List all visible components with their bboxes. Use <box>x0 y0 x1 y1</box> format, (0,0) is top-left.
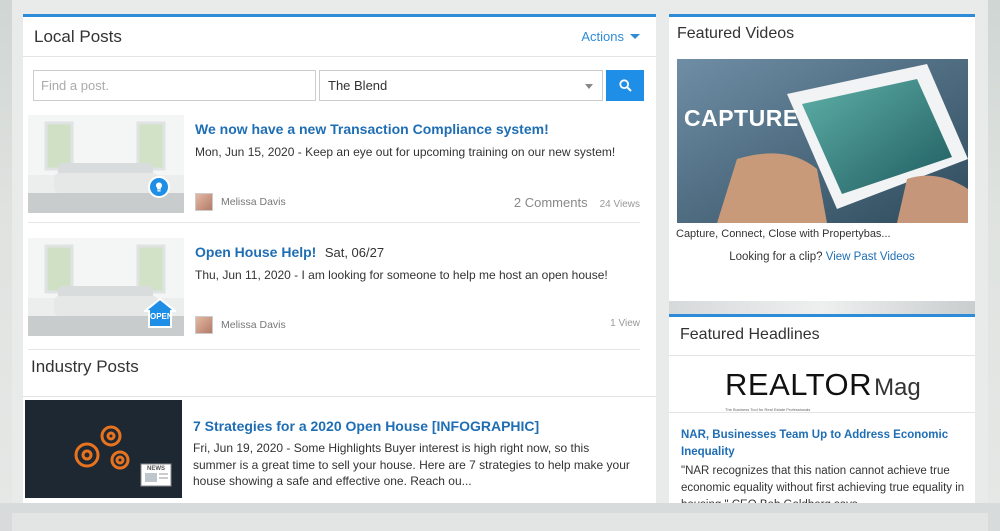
post-excerpt: Mon, Jun 15, 2020 - Keep an eye out for … <box>195 145 616 159</box>
industry-post-title-link[interactable]: 7 Strategies for a 2020 Open House [INFO… <box>193 418 539 434</box>
local-posts-header: Local Posts Actions <box>23 17 656 57</box>
video-caption[interactable]: Capture, Connect, Close with Propertybas… <box>676 228 891 240</box>
select-arrow-icon <box>585 84 593 89</box>
search-icon <box>618 79 632 92</box>
industry-posts-title: Industry Posts <box>23 351 656 397</box>
local-post-item[interactable]: We now have a new Transaction Compliance… <box>28 111 640 223</box>
post-stats: 2 Comments 24 Views <box>514 195 640 210</box>
clip-prompt: Looking for a clip? <box>729 251 823 263</box>
realtor-mag-logo: REALTOR Mag The Business Tool for Real E… <box>725 367 921 412</box>
industry-post-excerpt: Fri, Jun 19, 2020 - Some Highlights Buye… <box>193 441 630 488</box>
video-clip-line: Looking for a clip? View Past Videos <box>669 251 975 263</box>
event-date: Sat, 06/27 <box>324 245 385 260</box>
view-past-videos-link[interactable]: View Past Videos <box>826 251 915 263</box>
post-excerpt: Thu, Jun 11, 2020 - I am looking for som… <box>195 268 608 282</box>
post-search-input[interactable] <box>33 70 316 101</box>
local-post-item[interactable]: OPEN Open House Help! Sat, 06/27 Thu, Ju… <box>28 234 640 350</box>
headline-link[interactable]: NAR, Businesses Team Up to Address Econo… <box>681 427 966 461</box>
divider <box>669 412 975 413</box>
post-body: We now have a new Transaction Compliance… <box>195 121 635 160</box>
author-name: Melissa Davis <box>221 319 286 331</box>
post-title-link[interactable]: Open House Help! <box>195 244 316 260</box>
video-overlay-text: CAPTURE <box>684 105 799 131</box>
news-badge: NEWS <box>147 466 165 472</box>
post-title-link[interactable]: We now have a new Transaction Compliance… <box>195 121 549 137</box>
bulb-icon <box>148 176 170 198</box>
post-filter-select[interactable]: The Blend <box>319 70 603 101</box>
industry-post-item[interactable]: NEWS 7 Strategies for a 2020 Open House … <box>25 398 650 503</box>
bottom-strip <box>0 503 1000 531</box>
post-thumbnail[interactable]: OPEN <box>28 238 184 336</box>
post-author: Melissa Davis <box>195 193 286 211</box>
search-button[interactable] <box>606 70 644 101</box>
views-count: 1 View <box>610 318 640 329</box>
featured-headlines-panel: Featured Headlines REALTOR Mag The Busin… <box>669 314 975 503</box>
living-room-image <box>28 115 184 213</box>
actions-dropdown[interactable]: Actions <box>581 29 640 44</box>
actions-label: Actions <box>581 29 624 44</box>
caret-down-icon <box>630 34 640 39</box>
post-thumbnail[interactable] <box>28 115 184 213</box>
decorative-banner <box>669 301 975 315</box>
post-author: Melissa Davis <box>195 316 286 334</box>
featured-videos-title: Featured Videos <box>677 25 795 42</box>
local-posts-title: Local Posts <box>34 26 122 46</box>
featured-video-player[interactable]: CAPTURE <box>677 59 968 223</box>
logo-main: REALTOR <box>725 367 873 402</box>
industry-post-body: 7 Strategies for a 2020 Open House [INFO… <box>193 418 633 490</box>
industry-post-thumbnail[interactable]: NEWS <box>25 400 182 498</box>
gears-icon <box>25 400 182 498</box>
bottom-strip-inner <box>12 513 988 531</box>
headline-excerpt: "NAR recognizes that this nation cannot … <box>681 465 965 503</box>
featured-videos-panel: Featured Videos CAPTURE Capture, Connect… <box>669 14 975 301</box>
video-thumbnail-image <box>677 59 968 223</box>
post-stats: 1 View <box>610 318 640 329</box>
avatar <box>195 316 213 334</box>
local-posts-panel: Local Posts Actions The Blend <box>23 14 656 503</box>
post-filter-value: The Blend <box>328 78 388 93</box>
divider <box>669 355 975 356</box>
featured-headlines-title: Featured Headlines <box>680 326 820 343</box>
comments-link[interactable]: 2 Comments <box>514 195 588 210</box>
author-name: Melissa Davis <box>221 196 286 208</box>
views-count: 24 Views <box>599 199 640 210</box>
post-body: Open House Help! Sat, 06/27 Thu, Jun 11,… <box>195 244 635 283</box>
open-badge-label: OPEN <box>150 312 173 321</box>
avatar <box>195 193 213 211</box>
logo-sub: Mag <box>874 374 921 401</box>
open-house-icon: OPEN <box>142 297 178 328</box>
